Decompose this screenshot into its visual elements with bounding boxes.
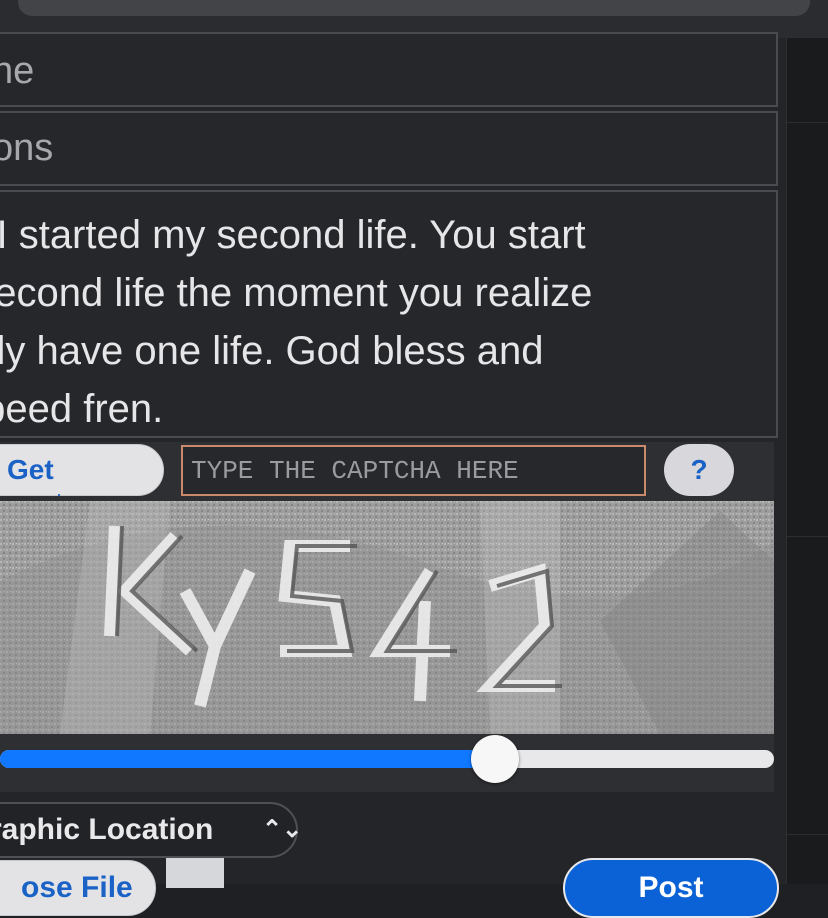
comment-textarea[interactable]: n. I started my second life. You start / …: [0, 190, 778, 438]
captcha-image: [0, 501, 774, 734]
captcha-help-button[interactable]: ?: [664, 444, 734, 496]
options-field[interactable]: ons: [0, 111, 778, 186]
get-captcha-button[interactable]: Get: [0, 444, 164, 496]
comment-line: speed fren.: [0, 387, 164, 431]
divider: [787, 834, 828, 835]
comment-line: n. I started my second life. You start: [0, 213, 586, 257]
comment-line: only have one life. God bless and: [0, 329, 544, 373]
divider: [787, 122, 828, 123]
geographic-location-label: raphic Location: [0, 813, 214, 846]
address-bar[interactable]: [18, 0, 810, 16]
options-field-text: ons: [0, 127, 54, 169]
captcha-input[interactable]: [181, 445, 646, 496]
captcha-slider-fill: [0, 750, 495, 768]
up-down-chevron-icon: ⌃⌄: [262, 816, 303, 843]
side-panel: [786, 38, 828, 884]
comment-text: n. I started my second life. You start / …: [0, 206, 772, 436]
choose-file-button[interactable]: ose File: [0, 860, 156, 916]
post-button[interactable]: Post: [563, 858, 779, 918]
divider: [787, 536, 828, 537]
name-field-text: ne: [0, 50, 35, 92]
captcha-slider-thumb[interactable]: [471, 735, 519, 783]
geographic-location-select[interactable]: raphic Location ⌃⌄: [0, 802, 302, 858]
comment-line: / second life the moment you realize: [0, 271, 593, 315]
name-field[interactable]: ne: [0, 32, 778, 107]
